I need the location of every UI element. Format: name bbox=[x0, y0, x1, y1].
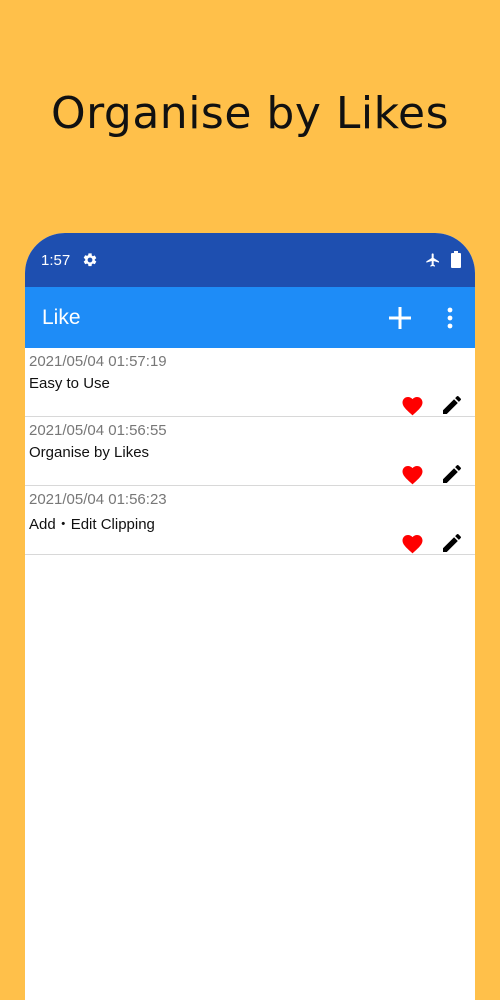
airplane-icon bbox=[425, 252, 441, 273]
phone-frame: 1:57 Like 2021/05/04 01:57:19 Easy to Us… bbox=[25, 233, 475, 1000]
status-time: 1:57 bbox=[41, 251, 71, 269]
edit-icon[interactable] bbox=[440, 462, 464, 486]
list-item[interactable]: 2021/05/04 01:56:23 Add・Edit Clipping bbox=[25, 486, 475, 555]
edit-icon[interactable] bbox=[440, 531, 464, 555]
gear-icon bbox=[82, 252, 98, 268]
status-bar: 1:57 bbox=[25, 233, 475, 287]
heart-icon[interactable] bbox=[400, 394, 425, 416]
add-icon[interactable] bbox=[387, 305, 413, 331]
item-title: Add・Edit Clipping bbox=[29, 516, 155, 533]
heart-icon[interactable] bbox=[400, 463, 425, 485]
list-item[interactable]: 2021/05/04 01:57:19 Easy to Use bbox=[25, 348, 475, 417]
item-title: Organise by Likes bbox=[29, 444, 150, 461]
clipping-list: 2021/05/04 01:57:19 Easy to Use 2021/05/… bbox=[25, 348, 475, 555]
list-item[interactable]: 2021/05/04 01:56:55 Organise by Likes bbox=[25, 417, 475, 486]
more-vert-icon[interactable] bbox=[443, 307, 457, 329]
headline: Organise by Likes bbox=[50, 88, 450, 139]
item-date: 2021/05/04 01:56:23 bbox=[29, 491, 167, 508]
item-title: Easy to Use bbox=[29, 375, 110, 392]
battery-icon bbox=[451, 251, 461, 273]
app-bar: Like bbox=[25, 287, 475, 348]
item-date: 2021/05/04 01:57:19 bbox=[29, 353, 167, 370]
item-date: 2021/05/04 01:56:55 bbox=[29, 422, 167, 439]
app-title: Like bbox=[42, 305, 81, 329]
edit-icon[interactable] bbox=[440, 393, 464, 417]
heart-icon[interactable] bbox=[400, 532, 425, 554]
status-icons bbox=[425, 251, 461, 273]
